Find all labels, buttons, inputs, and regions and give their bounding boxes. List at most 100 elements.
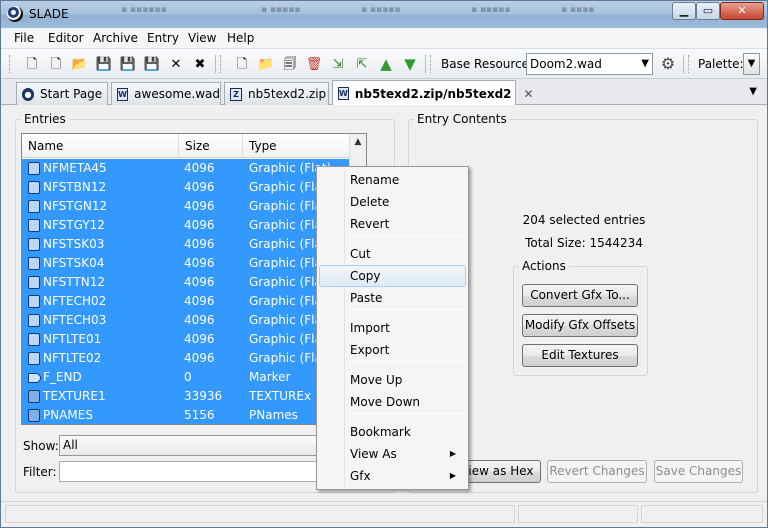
title-bar[interactable]: SLADE ▪ ▪▪▪▪▪▪ ▪ ▪▪▪▪▪ ▪ ▪▪▪▪▪ ▪ ▪▪▪▪▪ ▪… [1, 1, 767, 28]
import-files-icon[interactable]: 🗐 [281, 55, 299, 73]
entry-row[interactable]: NFSTGN12 4096 Graphic (Flat) [22, 197, 366, 216]
export-entry-icon[interactable]: ⇱ [353, 55, 371, 73]
new-zip-icon[interactable]: 🗋 [47, 55, 65, 73]
context-menu-rename[interactable]: Rename [319, 169, 466, 191]
tab-nb5texd2-folder[interactable]: W nb5texd2.zip/nb5texd2 ✕ [332, 80, 534, 106]
gear-icon[interactable]: ⚙ [659, 55, 677, 73]
move-down-icon[interactable]: ▼ [401, 55, 419, 73]
save-all-icon[interactable]: 💾 [143, 55, 161, 73]
toolbar-grip[interactable] [688, 55, 691, 73]
column-header-type[interactable]: Type [243, 134, 349, 158]
column-header-name[interactable]: Name [22, 134, 179, 158]
menu-archive[interactable]: Archive [93, 31, 138, 45]
status-bar [1, 501, 767, 527]
close-button[interactable]: ✕ [720, 2, 764, 20]
slade-logo-icon [7, 6, 23, 22]
close-archive-icon[interactable]: ✕ [167, 55, 185, 73]
entry-name: NFSTSK04 [43, 256, 105, 270]
entry-row[interactable]: NFTECH03 4096 Graphic (Flat) [22, 311, 366, 330]
entry-row[interactable]: NFSTSK03 4096 Graphic (Flat) [22, 235, 366, 254]
entry-row[interactable]: F_END 0 Marker [22, 368, 366, 387]
context-menu-view-as[interactable]: View As ▶ [319, 443, 466, 465]
minimize-button[interactable]: ▁ [672, 2, 696, 20]
context-menu-move-up[interactable]: Move Up [319, 369, 466, 391]
palette-select[interactable]: ▼ [743, 53, 760, 75]
context-menu-gfx[interactable]: Gfx ▶ [319, 465, 466, 487]
import-entry-icon[interactable]: ⇲ [329, 55, 347, 73]
save-changes-button[interactable]: Save Changes [654, 460, 743, 483]
entry-row[interactable]: NFSTTN12 4096 Graphic (Flat) [22, 273, 366, 292]
entry-name: F_END [43, 370, 82, 384]
delete-entry-icon[interactable]: 🗑 [305, 55, 323, 73]
open-icon[interactable]: 📂 [71, 55, 89, 73]
new-folder-icon[interactable]: 📁 [257, 55, 275, 73]
tab-awesome-wad[interactable]: W awesome.wad [111, 82, 221, 105]
context-menu-bookmark[interactable]: Bookmark [319, 421, 466, 443]
marker-tag-icon [28, 373, 41, 383]
entry-size: 4096 [184, 161, 215, 175]
menu-help[interactable]: Help [227, 31, 254, 45]
new-entry-icon[interactable]: 🗋 [233, 55, 251, 73]
graphic-file-icon [28, 162, 40, 175]
menu-file[interactable]: File [14, 31, 34, 45]
menu-entry[interactable]: Entry [147, 31, 179, 45]
menu-editor[interactable]: Editor [48, 31, 84, 45]
close-all-icon[interactable]: ✖ [191, 55, 209, 73]
entry-size: 4096 [184, 313, 215, 327]
save-icon[interactable]: 💾 [95, 55, 113, 73]
tab-start-page[interactable]: ● Start Page [16, 82, 108, 105]
revert-changes-button[interactable]: Revert Changes [547, 460, 647, 483]
edit-textures-button[interactable]: Edit Textures [522, 344, 638, 367]
context-menu-paste[interactable]: Paste [319, 287, 466, 309]
context-menu-label: Paste [350, 291, 383, 305]
column-header-size[interactable]: Size [179, 134, 243, 158]
menu-view[interactable]: View [188, 31, 216, 45]
close-tab-icon[interactable]: ✕ [524, 87, 534, 101]
context-menu-export[interactable]: Export [319, 339, 466, 361]
show-filter-select[interactable]: All [59, 435, 317, 456]
entry-size: 4096 [184, 180, 215, 194]
context-menu-import[interactable]: Import [319, 317, 466, 339]
move-up-icon[interactable]: ▲ [377, 55, 395, 73]
entry-row[interactable]: TEXTURE1 33936 TEXTUREx [22, 387, 366, 406]
convert-gfx-button[interactable]: Convert Gfx To... [522, 284, 638, 307]
entry-name: NFMETA45 [43, 161, 107, 175]
filter-input[interactable] [59, 461, 317, 482]
base-resource-label: Base Resource: [441, 57, 534, 71]
maximize-button[interactable]: ▭ [696, 2, 720, 20]
scroll-up-icon[interactable]: ▲ [350, 134, 366, 151]
context-menu-revert[interactable]: Revert [319, 213, 466, 235]
palette-label: Palette: [698, 57, 744, 71]
entry-row[interactable]: PNAMES 5156 PNames [22, 406, 366, 424]
save-as-icon[interactable]: 💾 [119, 55, 137, 73]
entry-size: 4096 [184, 237, 215, 251]
entry-size: 4096 [184, 275, 215, 289]
entry-row[interactable]: NFMETA45 4096 Graphic (Flat) [22, 159, 366, 178]
taskbar-ghost: ▪ ▪▪▪▪▪ [261, 5, 301, 15]
entry-row[interactable]: NFSTBN12 4096 Graphic (Flat) [22, 178, 366, 197]
selected-count: 204 selected entries [522, 213, 646, 227]
entry-row[interactable]: NFSTGY12 4096 Graphic (Flat) [22, 216, 366, 235]
submenu-arrow-icon: ▶ [449, 449, 456, 458]
modify-gfx-offsets-button[interactable]: Modify Gfx Offsets [522, 314, 638, 337]
context-menu-copy[interactable]: Copy [319, 265, 466, 287]
entry-size: 33936 [184, 389, 223, 403]
entry-name: NFSTTN12 [43, 275, 105, 289]
status-cell [5, 505, 515, 523]
status-cell [641, 505, 763, 523]
toolbar-grip[interactable] [9, 55, 12, 73]
context-menu-cut[interactable]: Cut [319, 243, 466, 265]
toolbar-grip[interactable] [220, 55, 223, 73]
graphic-file-icon [28, 295, 40, 308]
entry-row[interactable]: NFTLTE01 4096 Graphic (Flat) [22, 330, 366, 349]
base-resource-select[interactable]: Doom2.wad ▼ [526, 53, 653, 75]
context-menu-delete[interactable]: Delete [319, 191, 466, 213]
tab-nb5texd2-zip[interactable]: Z nb5texd2.zip [224, 82, 329, 105]
tab-list-arrow-icon[interactable]: ▼ [749, 86, 757, 97]
entry-row[interactable]: NFTLTE02 4096 Graphic (Flat) [22, 349, 366, 368]
context-menu-move-down[interactable]: Move Down [319, 391, 466, 413]
entry-row[interactable]: NFSTSK04 4096 Graphic (Flat) [22, 254, 366, 273]
entry-row[interactable]: NFTECH02 4096 Graphic (Flat) [22, 292, 366, 311]
toolbar-grip[interactable] [430, 55, 433, 73]
new-wad-icon[interactable]: 🗋 [23, 55, 41, 73]
